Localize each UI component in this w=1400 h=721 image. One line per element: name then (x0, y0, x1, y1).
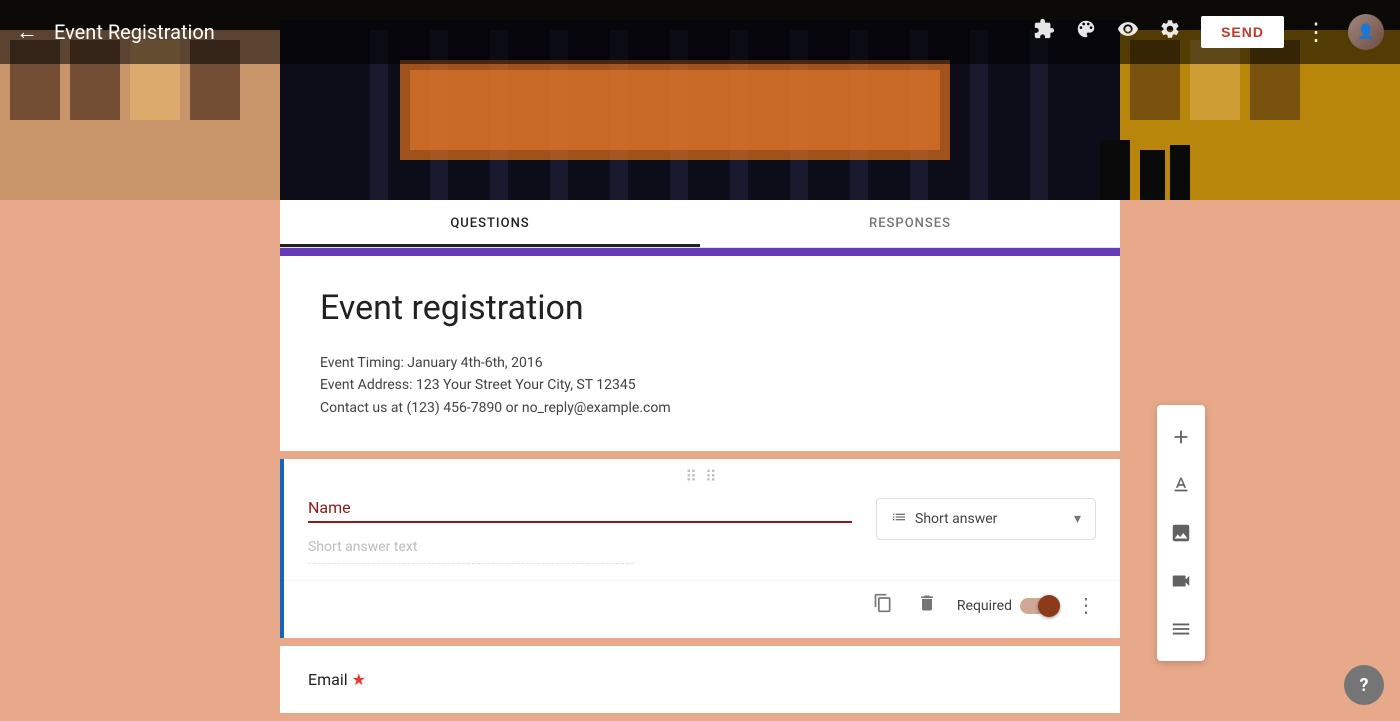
add-section-button[interactable] (1157, 605, 1205, 653)
header-title: Event Registration (54, 20, 215, 44)
description-line2: Event Address: 123 Your Street Your City… (320, 374, 1080, 396)
avatar-image: 👤 (1348, 14, 1384, 50)
required-toggle[interactable] (1020, 595, 1060, 617)
form-inner: Event registration Event Timing: January… (280, 200, 1120, 713)
add-title-button[interactable] (1157, 461, 1205, 509)
add-image-button[interactable] (1157, 509, 1205, 557)
drag-handle[interactable]: ⠿ ⠿ (284, 459, 1120, 490)
required-label: Required (957, 598, 1012, 614)
form-title-card: Event registration Event Timing: January… (280, 248, 1120, 451)
header-right: SEND ⋮ 👤 (1033, 14, 1384, 50)
type-selector-icon (891, 509, 907, 529)
question-body: Name Short answer text Short answer ▾ (284, 490, 1120, 580)
puzzle-icon[interactable] (1033, 18, 1055, 46)
toggle-thumb (1038, 595, 1060, 617)
form-description: Event Timing: January 4th-6th, 2016 Even… (320, 352, 1080, 419)
tab-questions[interactable]: QUESTIONS (280, 200, 700, 247)
tab-responses[interactable]: RESPONSES (700, 200, 1120, 247)
form-title: Event registration (320, 288, 1080, 328)
description-line3: Contact us at (123) 456-7890 or no_reply… (320, 397, 1080, 419)
type-selector-label: Short answer (915, 511, 1066, 527)
question-more-button[interactable]: ⋮ (1076, 593, 1096, 618)
right-toolbar (1157, 405, 1205, 661)
send-button[interactable]: SEND (1201, 16, 1284, 48)
required-section: Required (957, 595, 1060, 617)
description-line1: Event Timing: January 4th-6th, 2016 (320, 352, 1080, 374)
delete-button[interactable] (913, 589, 941, 622)
type-selector-dropdown[interactable]: Short answer ▾ (876, 498, 1096, 540)
email-label: Email ★ (308, 670, 1096, 689)
back-button[interactable]: ← (16, 19, 38, 45)
palette-icon[interactable] (1075, 18, 1097, 46)
question-card-email: Email ★ (280, 646, 1120, 713)
add-question-button[interactable] (1157, 413, 1205, 461)
preview-icon[interactable] (1117, 18, 1139, 46)
more-options-icon[interactable]: ⋮ (1304, 18, 1328, 46)
settings-icon[interactable] (1159, 18, 1181, 46)
tabs-bar: QUESTIONS RESPONSES (280, 200, 1120, 248)
question-footer: Required ⋮ (284, 580, 1120, 638)
avatar[interactable]: 👤 (1348, 14, 1384, 50)
help-button[interactable]: ? (1344, 665, 1384, 705)
header-left: ← Event Registration (16, 19, 1033, 45)
add-video-button[interactable] (1157, 557, 1205, 605)
form-container: Event registration Event Timing: January… (280, 200, 1120, 721)
question-left: Name Short answer text (308, 498, 852, 564)
question-card-name: ⠿ ⠿ Name Short answer text Short answer … (280, 459, 1120, 638)
required-star: ★ (352, 670, 366, 689)
header: ← Event Registration SEND ⋮ 👤 (0, 0, 1400, 64)
dropdown-arrow-icon: ▾ (1074, 511, 1081, 527)
answer-placeholder-text: Short answer text (308, 539, 634, 564)
duplicate-button[interactable] (869, 589, 897, 622)
question-label-input[interactable]: Name (308, 498, 852, 523)
question-type-selector[interactable]: Short answer ▾ (876, 498, 1096, 540)
